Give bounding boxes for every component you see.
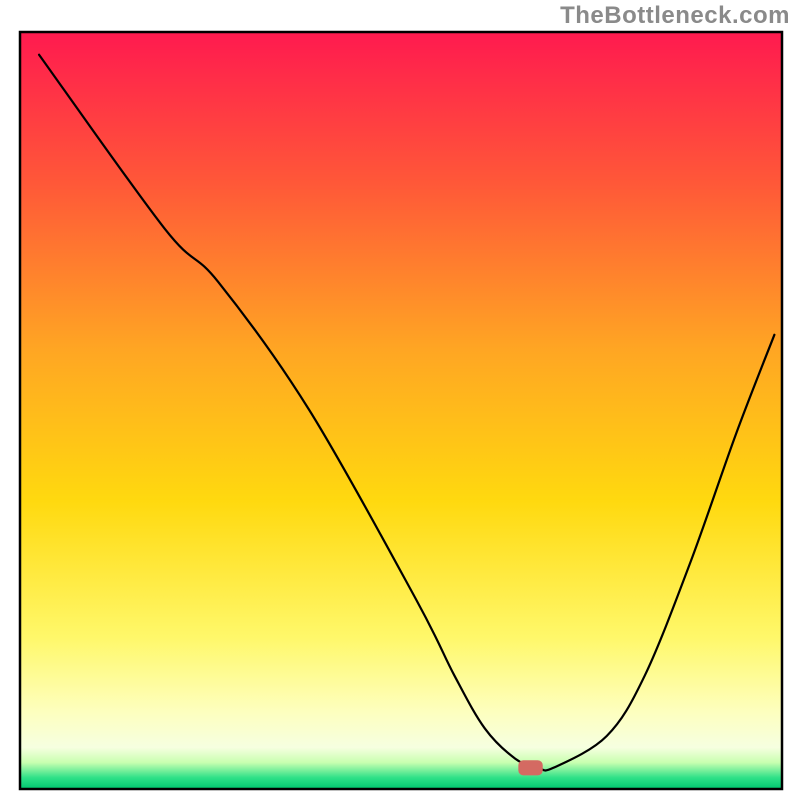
bottleneck-chart [0,0,800,800]
optimum-marker [518,760,542,775]
chart-stage: TheBottleneck.com [0,0,800,800]
plot-background [20,32,782,789]
